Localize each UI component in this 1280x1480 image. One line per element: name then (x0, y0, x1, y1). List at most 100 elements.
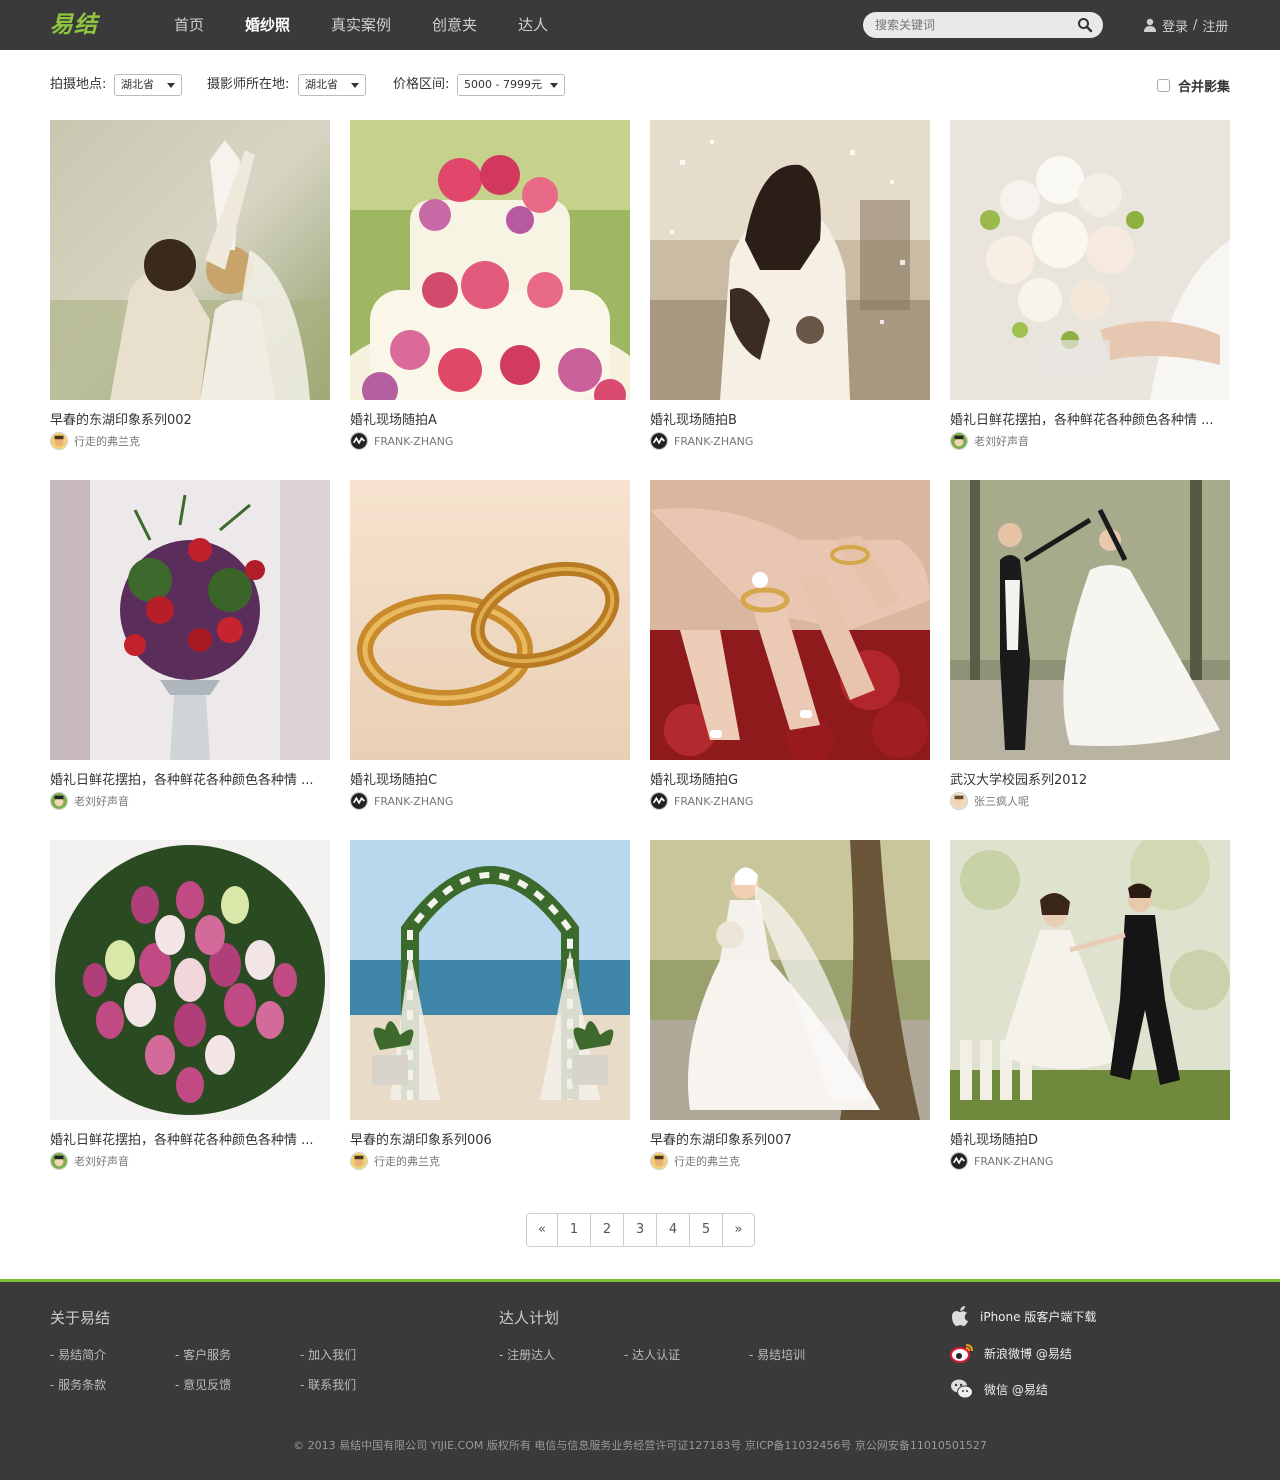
album-photo-bride-veil[interactable] (650, 840, 930, 1120)
merge-albums-label[interactable]: 合并影集 (1178, 76, 1230, 95)
author-name: FRANK-ZHANG (674, 434, 754, 448)
location-select[interactable]: 湖北省 (114, 74, 182, 96)
avatar (650, 1152, 668, 1170)
avatar (950, 792, 968, 810)
album-photo-wedding-cake[interactable] (350, 120, 630, 400)
price-range-select[interactable]: 5000 - 7999元 (457, 74, 565, 96)
album-photo-tulip-bouquet[interactable] (50, 840, 330, 1120)
footer-link-terms[interactable]: - 服务条款 (50, 1376, 106, 1393)
album-card: 婚礼现场随拍D FRANK-ZHANG (950, 840, 1230, 1180)
price-select-value: 5000 - 7999元 (464, 78, 542, 91)
merge-albums-checkbox[interactable] (1156, 78, 1170, 92)
author-name: 行走的弗兰克 (674, 1155, 740, 1168)
album-card: 婚礼现场随拍C FRANK-ZHANG (350, 480, 630, 820)
album-card: 婚礼日鲜花摆拍，各种鲜花各种颜色各种情 ... 老刘好声音 (50, 840, 330, 1180)
chevron-down-icon (351, 83, 359, 88)
album-photo-gold-rings[interactable] (350, 480, 630, 760)
album-title[interactable]: 婚礼现场随拍B (650, 409, 930, 429)
album-author[interactable]: 老刘好声音 (950, 432, 1029, 450)
album-title[interactable]: 婚礼现场随拍A (350, 409, 630, 429)
footer-link-service[interactable]: - 客户服务 (175, 1346, 231, 1363)
prev-page-button[interactable]: « (527, 1214, 558, 1246)
avatar (350, 432, 368, 450)
author-name: FRANK-ZHANG (374, 434, 454, 448)
album-author[interactable]: 行走的弗兰克 (350, 1152, 440, 1170)
album-author[interactable]: 张三疯人呢 (950, 792, 1029, 810)
avatar (350, 1152, 368, 1170)
album-photo-flower-vase[interactable] (50, 480, 330, 760)
footer-link-contact[interactable]: - 联系我们 (300, 1376, 356, 1393)
author-name: 老刘好声音 (74, 1155, 129, 1168)
search-icon[interactable] (1077, 17, 1093, 33)
album-author[interactable]: FRANK-ZHANG (650, 432, 753, 450)
footer-link-join[interactable]: - 加入我们 (300, 1346, 356, 1363)
page-3-button[interactable]: 3 (624, 1214, 657, 1246)
nav-real-cases[interactable]: 真实案例 (331, 0, 391, 50)
footer-link-training[interactable]: - 易结培训 (749, 1346, 805, 1363)
page-1-button[interactable]: 1 (558, 1214, 591, 1246)
nav-experts[interactable]: 达人 (518, 0, 548, 50)
album-photo-ring-hands[interactable] (650, 480, 930, 760)
author-name: 张三疯人呢 (974, 795, 1029, 808)
search-input[interactable] (875, 16, 1075, 34)
merge-albums-option: 合并影集 (1156, 73, 1230, 97)
album-photo-dancing-couple[interactable] (950, 480, 1230, 760)
avatar (650, 792, 668, 810)
album-photo-couple-kiss[interactable] (50, 120, 330, 400)
about-heading: 关于易结 (50, 1309, 111, 1327)
photographer-location-select[interactable]: 湖北省 (298, 74, 366, 96)
album-title[interactable]: 武汉大学校园系列2012 (950, 769, 1230, 789)
album-author[interactable]: FRANK-ZHANG (950, 1152, 1053, 1170)
album-title[interactable]: 婚礼日鲜花摆拍，各种鲜花各种颜色各种情 ... (950, 409, 1230, 429)
album-author[interactable]: 行走的弗兰克 (650, 1152, 740, 1170)
album-author[interactable]: 老刘好声音 (50, 792, 129, 810)
weibo-link[interactable]: 新浪微博 @易结 (950, 1342, 1072, 1364)
album-title[interactable]: 婚礼现场随拍C (350, 769, 630, 789)
chevron-down-icon (550, 83, 558, 88)
album-author[interactable]: 行走的弗兰克 (50, 432, 140, 450)
site-logo[interactable]: 易结 (50, 9, 98, 41)
footer-link-intro[interactable]: - 易结简介 (50, 1346, 106, 1363)
iphone-download-text: iPhone 版客户端下载 (980, 1309, 1097, 1324)
footer-link-feedback[interactable]: - 意见反馈 (175, 1376, 231, 1393)
avatar (50, 432, 68, 450)
album-card: 婚礼现场随拍B FRANK-ZHANG (650, 120, 930, 460)
next-page-button[interactable]: » (723, 1214, 754, 1246)
author-name: 行走的弗兰克 (374, 1155, 440, 1168)
nav-home[interactable]: 首页 (174, 0, 204, 50)
page-2-button[interactable]: 2 (591, 1214, 624, 1246)
album-author[interactable]: FRANK-ZHANG (650, 792, 753, 810)
footer-link-expert-cert[interactable]: - 达人认证 (624, 1346, 680, 1363)
login-link[interactable]: 登录 (1162, 16, 1188, 35)
register-link[interactable]: 注册 (1202, 16, 1228, 35)
album-photo-beach-arch[interactable] (350, 840, 630, 1120)
album-title[interactable]: 早春的东湖印象系列002 (50, 409, 330, 429)
iphone-download-link[interactable]: iPhone 版客户端下载 (950, 1305, 1096, 1327)
location-select-value: 湖北省 (121, 78, 154, 91)
album-photo-sepia-dance[interactable] (650, 120, 930, 400)
nav-wedding-photos[interactable]: 婚纱照 (245, 0, 290, 50)
album-title[interactable]: 婚礼现场随拍G (650, 769, 930, 789)
album-card: 婚礼日鲜花摆拍，各种鲜花各种颜色各种情 ... 老刘好声音 (950, 120, 1230, 460)
user-icon (1144, 18, 1156, 32)
album-author[interactable]: FRANK-ZHANG (350, 432, 453, 450)
weibo-text: 新浪微博 @易结 (984, 1346, 1072, 1361)
main-nav: 首页 婚纱照 真实案例 创意夹 达人 (154, 0, 548, 50)
album-title[interactable]: 早春的东湖印象系列007 (650, 1129, 930, 1149)
wechat-link[interactable]: 微信 @易结 (950, 1378, 1048, 1400)
album-title[interactable]: 婚礼现场随拍D (950, 1129, 1230, 1149)
page-5-button[interactable]: 5 (690, 1214, 723, 1246)
album-title[interactable]: 婚礼日鲜花摆拍，各种鲜花各种颜色各种情 ... (50, 769, 330, 789)
page-4-button[interactable]: 4 (657, 1214, 690, 1246)
album-author[interactable]: 老刘好声音 (50, 1152, 129, 1170)
album-photo-cake-topper[interactable] (950, 840, 1230, 1120)
album-author[interactable]: FRANK-ZHANG (350, 792, 453, 810)
photographer-select-value: 湖北省 (305, 78, 338, 91)
footer-link-register-expert[interactable]: - 注册达人 (499, 1346, 555, 1363)
album-card: 武汉大学校园系列2012 张三疯人呢 (950, 480, 1230, 820)
nav-idea-folder[interactable]: 创意夹 (432, 0, 477, 50)
avatar (50, 1152, 68, 1170)
album-title[interactable]: 早春的东湖印象系列006 (350, 1129, 630, 1149)
album-photo-white-bouquet[interactable] (950, 120, 1230, 400)
album-title[interactable]: 婚礼日鲜花摆拍，各种鲜花各种颜色各种情 ... (50, 1129, 330, 1149)
